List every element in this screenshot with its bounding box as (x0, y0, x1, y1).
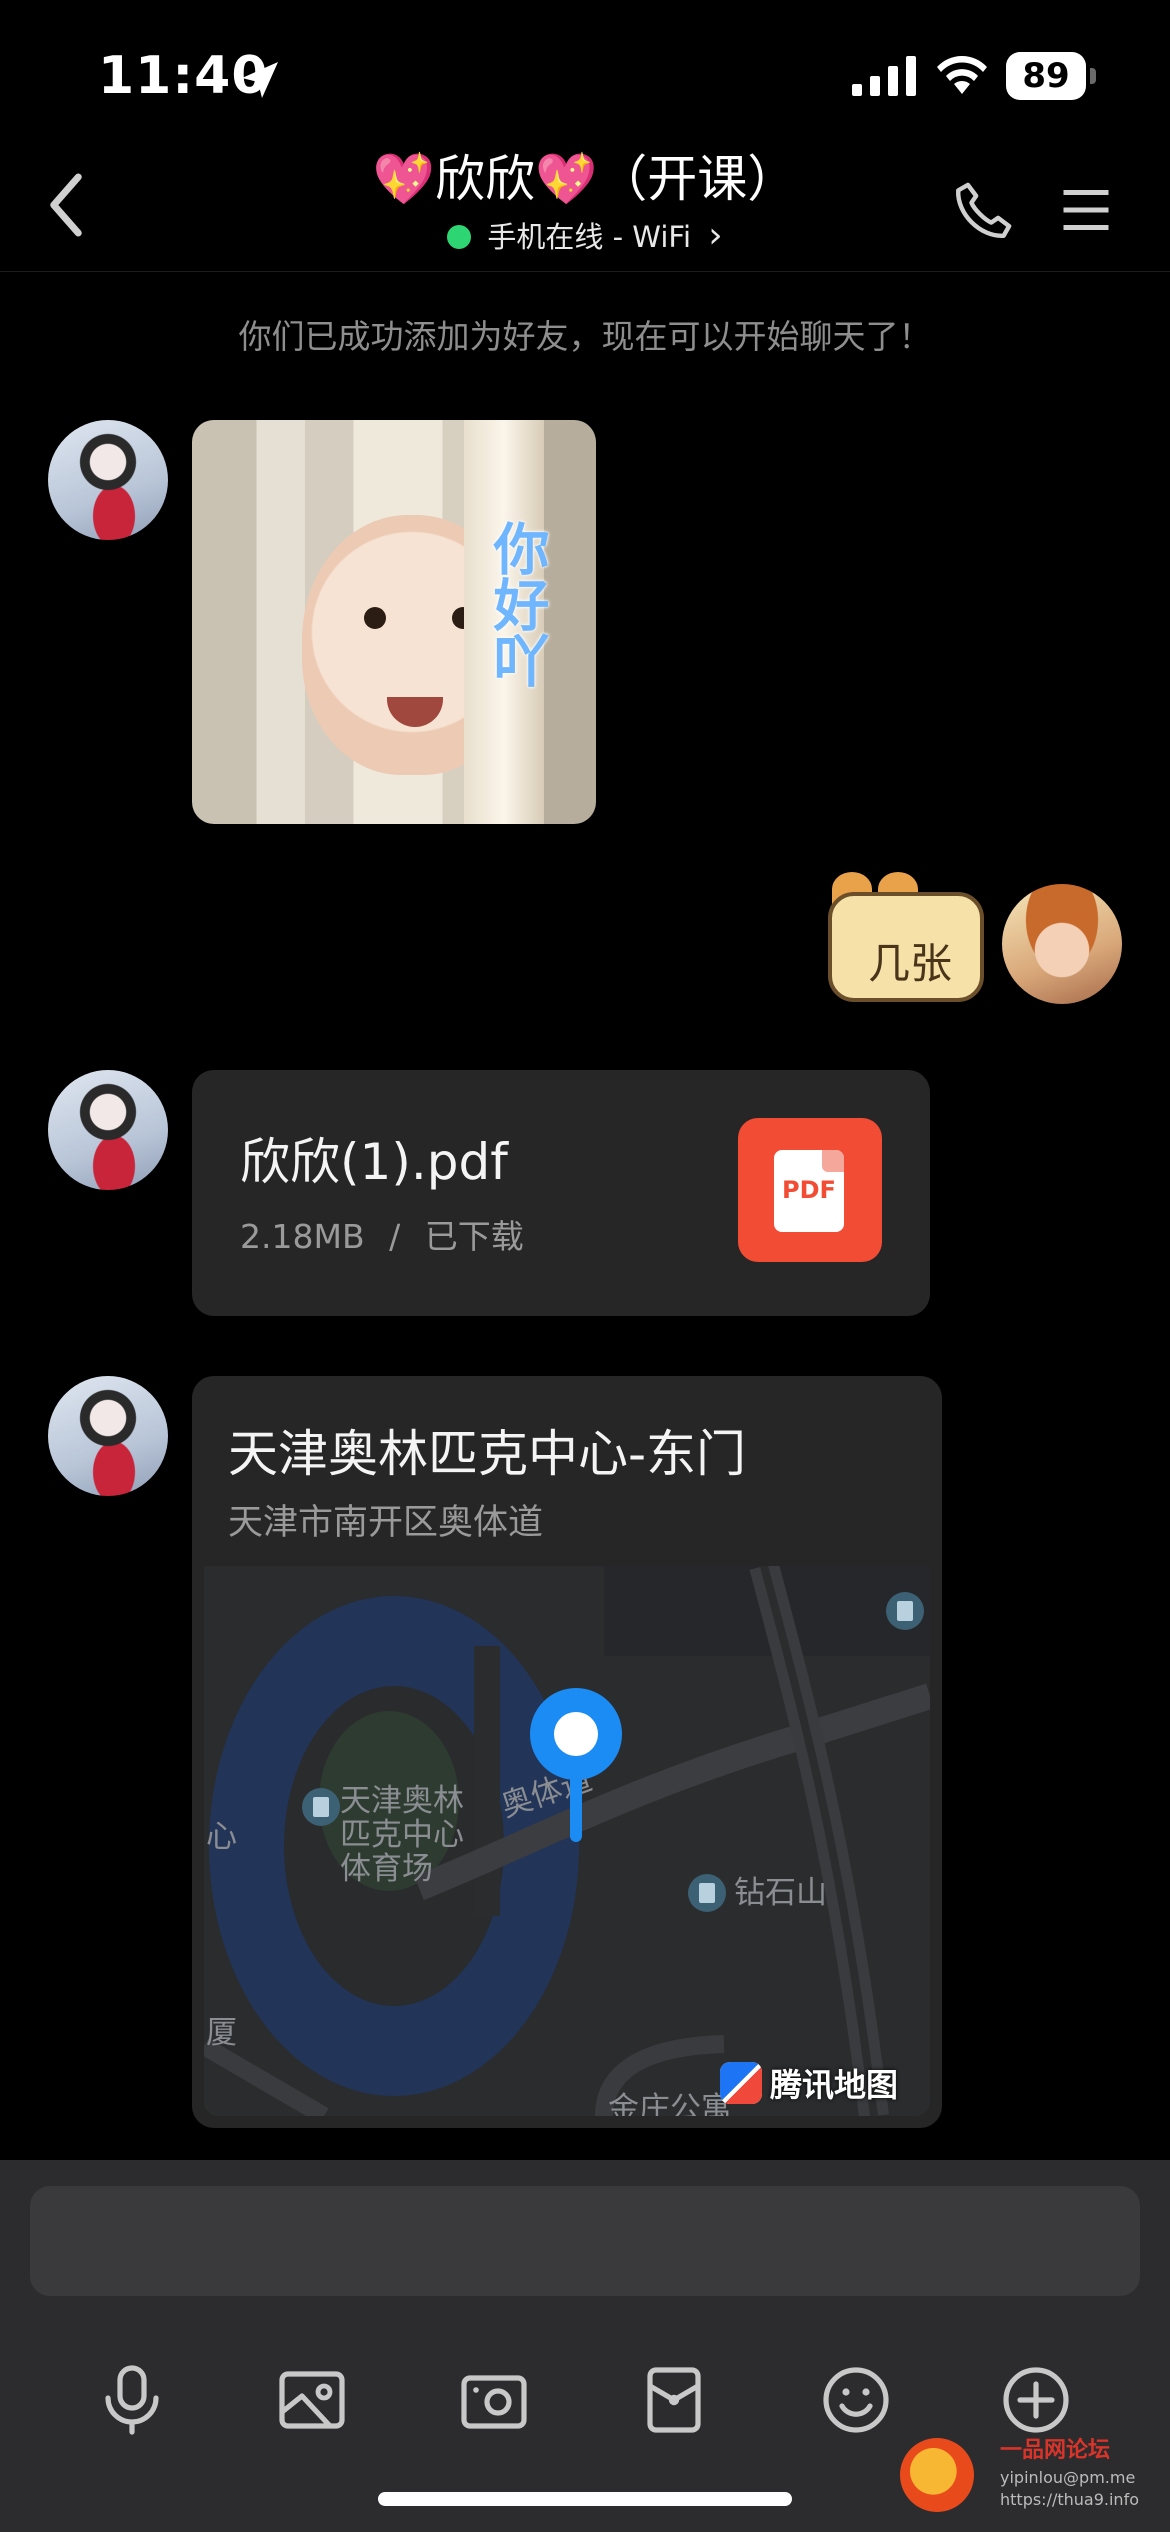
red-packet-icon[interactable] (634, 2360, 714, 2440)
battery-cap (1090, 68, 1096, 84)
file-message[interactable]: 欣欣(1).pdf 2.18MB / 已下载 PDF (192, 1070, 930, 1316)
map-poi-stadium-icon (302, 1788, 340, 1826)
phone-icon[interactable] (950, 178, 1016, 244)
back-icon[interactable] (36, 170, 96, 240)
battery-level: 89 (1006, 52, 1086, 100)
location-title: 天津奥林匹克中心-东门 (228, 1425, 747, 1483)
chat-header: 💖欣欣💖（开课） 手机在线 - WiFi › (0, 140, 1170, 272)
map-poi-icon (886, 1592, 924, 1630)
contact-avatar[interactable] (48, 420, 168, 540)
cat-sign: 几张 (828, 892, 984, 1002)
cat-sticker-caption: 几张 (867, 939, 952, 988)
watermark-line: https://thua9.info (1000, 2490, 1139, 2509)
tencent-map-logo-icon (720, 2062, 762, 2104)
map-pin-stem (570, 1772, 582, 1842)
cellular-signal-icon (852, 56, 916, 96)
pdf-doc: PDF (774, 1150, 844, 1232)
my-avatar[interactable] (1002, 884, 1122, 1004)
file-meta: 2.18MB / 已下载 (240, 1210, 524, 1258)
file-name: 欣欣(1).pdf (240, 1133, 508, 1191)
map-poi-inner (897, 1601, 913, 1621)
title-block[interactable]: 💖欣欣💖（开课） 手机在线 - WiFi › (260, 144, 910, 259)
file-meta-separator: / (389, 1217, 401, 1256)
online-status-text: 手机在线 - WiFi (487, 220, 691, 254)
file-status: 已下载 (424, 1217, 524, 1256)
camera-icon[interactable] (454, 2360, 534, 2440)
location-arrow-icon (242, 62, 278, 98)
battery-indicator: 89 (1006, 52, 1096, 100)
online-status[interactable]: 手机在线 - WiFi › (260, 214, 910, 259)
online-dot-icon (447, 225, 472, 249)
map-label-stadium: 天津奥林匹克中心体育场 (340, 1783, 464, 1887)
map-poi-building-icon (688, 1874, 726, 1912)
menu-icon[interactable] (1056, 180, 1116, 240)
chevron-right-icon: › (708, 215, 723, 256)
contact-avatar[interactable] (48, 1376, 168, 1496)
file-size: 2.18MB (240, 1217, 365, 1256)
home-indicator[interactable] (378, 2492, 792, 2506)
watermark-title: 一品网论坛 (1000, 2438, 1111, 2463)
map-background (204, 1566, 930, 2116)
message-input[interactable] (30, 2186, 1140, 2296)
wifi-icon (937, 56, 987, 94)
map-pin-icon (530, 1688, 622, 1780)
map-preview[interactable]: 天津奥林匹克中心体育场 奥体道 钻石山 心 厦 金庄公寓 腾讯地图 (204, 1566, 930, 2116)
status-bar: 11:40 89 (0, 0, 1170, 140)
map-pin-hole (554, 1712, 598, 1756)
map-label-edge: 心 (206, 1819, 237, 1855)
pdf-fold (822, 1150, 844, 1172)
pdf-label: PDF (782, 1176, 836, 1204)
sticker-mouth (387, 697, 443, 727)
sticker-message[interactable]: 你好吖 (192, 420, 596, 824)
contact-name: 💖欣欣💖（开课） (372, 150, 798, 208)
emoji-icon[interactable] (816, 2360, 896, 2440)
map-poi-inner (313, 1797, 329, 1817)
system-note: 你们已成功添加为好友，现在可以开始聊天了！ (238, 317, 932, 356)
map-poi-inner (699, 1883, 715, 1903)
watermark-line: yipinlou@pm.me (1000, 2468, 1136, 2487)
watermark-logo (900, 2438, 974, 2512)
map-label-zuanshishan: 钻石山 (734, 1875, 827, 1911)
map-provider-name: 腾讯地图 (770, 2066, 899, 2104)
map-provider-badge: 腾讯地图 (720, 2060, 898, 2110)
sticker-eye (364, 607, 386, 629)
watermark: 一品网论坛 yipinlou@pm.me https://thua9.info (900, 2432, 1162, 2522)
pdf-icon: PDF (738, 1118, 882, 1262)
contact-avatar[interactable] (48, 1070, 168, 1190)
location-message[interactable]: 天津奥林匹克中心-东门 天津市南开区奥体道 天津奥林匹克中心体育场 奥体道 钻石… (192, 1376, 942, 2128)
cat-sticker-message[interactable]: 几张 (820, 872, 990, 1012)
plus-icon[interactable] (996, 2360, 1076, 2440)
location-address: 天津市南开区奥体道 (228, 1503, 544, 1543)
microphone-icon[interactable] (92, 2360, 172, 2440)
map-label-edge: 厦 (206, 2015, 237, 2051)
sticker-caption: 你好吖 (484, 520, 549, 688)
gallery-icon[interactable] (272, 2360, 352, 2440)
map-label-apartment: 金庄公寓 (608, 2091, 732, 2116)
